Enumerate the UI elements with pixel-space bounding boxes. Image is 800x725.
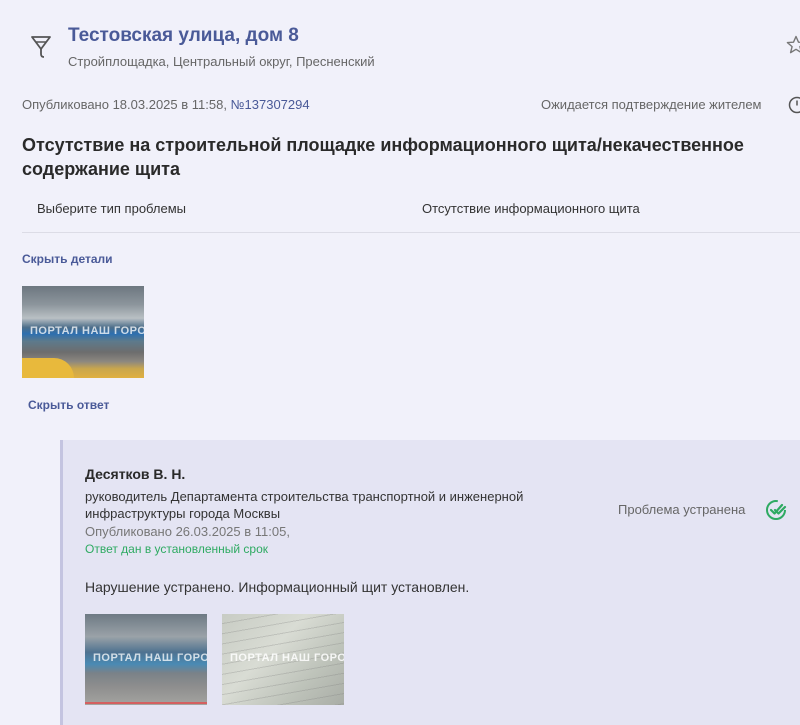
photo-watermark: ПОРТАЛ НАШ ГОРОД [93,652,207,665]
published-info: Опубликовано 18.03.2025 в 11:58, №137307… [22,97,310,112]
problem-type-label: Выберите тип проблемы [37,201,187,216]
clock-icon [788,96,800,114]
crane-icon [31,36,51,58]
photo-road-line [85,702,207,704]
resolution-status: Проблема устранена [618,502,746,517]
author-position: руководитель Департамента строительства … [85,489,524,521]
address-subtitle: Стройплощадка, Центральный округ, Пресне… [68,54,375,69]
problem-heading: Отсутствие на строительной площадке инфо… [22,135,744,179]
page-title[interactable]: Тестовская улица, дом 8 [68,25,299,47]
answer-document-photo[interactable]: ПОРТАЛ НАШ ГОРОД [222,614,344,705]
answer-author: Десятков В. Н. [85,466,186,482]
photo-watermark: ПОРТАЛ НАШ ГОРОД [30,324,144,337]
answer-text: Нарушение устранено. Информационный щит … [85,579,470,595]
photo-car [22,358,74,378]
answer-published-date: Опубликовано 26.03.2025 в 11:05, [85,524,290,539]
problem-type-value: Отсутствие информационного щита [422,201,640,216]
photo-watermark: ПОРТАЛ НАШ ГОРОД [230,652,344,665]
answer-photo[interactable]: ПОРТАЛ НАШ ГОРОД [85,614,207,705]
double-check-icon [766,500,787,520]
published-date: Опубликовано 18.03.2025 в 11:58, [22,97,227,112]
request-number[interactable]: №137307294 [231,97,310,112]
divider [22,232,800,233]
hide-answer-link[interactable]: Скрыть ответ [28,398,109,412]
hide-details-link[interactable]: Скрыть детали [22,252,113,266]
star-icon[interactable] [786,35,800,55]
problem-photo[interactable]: ПОРТАЛ НАШ ГОРОД [22,286,144,378]
answer-deadline-status: Ответ дан в установленный срок [85,542,269,556]
status-text: Ожидается подтверждение жителем [541,97,762,112]
